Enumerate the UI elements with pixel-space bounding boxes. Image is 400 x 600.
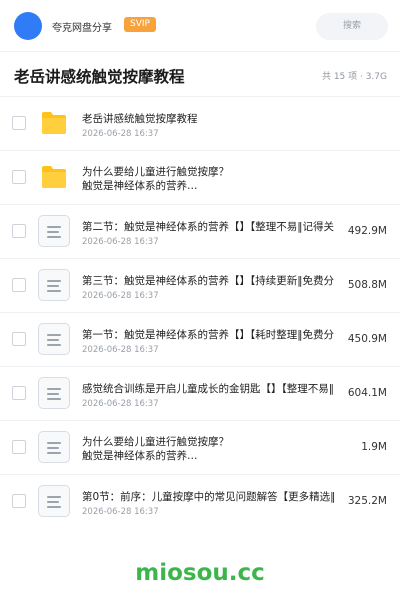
- file-size: 492.9M: [347, 225, 387, 237]
- file-row[interactable]: 第0节：前序：儿童按摩中的常见问题解答【更多精选‖ 2026-06-28 16:3…: [0, 474, 400, 528]
- document-icon: [38, 269, 70, 301]
- file-row[interactable]: 第三节：触觉是神经体系的营养【】【持续更新‖免费分 2026-06-28 16:3…: [0, 258, 400, 312]
- file-size: 508.8M: [347, 279, 387, 291]
- row-checkbox[interactable]: [12, 494, 26, 508]
- file-date: 2026-06-28 16:37: [82, 399, 159, 409]
- watermark: miosou.cc: [135, 560, 265, 586]
- file-row[interactable]: 第一节：触觉是神经体系的营养【】【耗时整理‖免费分 2026-06-28 16:3…: [0, 312, 400, 366]
- file-name: 第0节：前序：儿童按摩中的常见问题解答【更多精选‖: [82, 491, 336, 503]
- row-checkbox[interactable]: [12, 440, 26, 454]
- file-name: 第三节：触觉是神经体系的营养【】【持续更新‖免费分: [82, 275, 334, 287]
- file-list: 老岳讲感统触觉按摩教程 2026-06-28 16:37 为什么要给儿童进行触觉按摩…: [0, 96, 400, 528]
- folder-icon: [40, 110, 68, 135]
- file-size: 1.9M: [361, 441, 387, 453]
- file-name: 第二节：触觉是神经体系的营养【】【整理不易‖记得关: [82, 221, 334, 233]
- row-checkbox[interactable]: [12, 224, 26, 238]
- avatar[interactable]: [14, 12, 42, 40]
- document-icon: [38, 431, 70, 463]
- folder-icon: [40, 164, 68, 189]
- page-title: 老岳讲感统触觉按摩教程: [14, 68, 185, 86]
- file-date: 2026-06-28 16:37: [82, 345, 159, 355]
- file-date: 2026-06-28 16:37: [82, 507, 159, 517]
- username: 夸克网盘分享: [52, 23, 112, 34]
- file-size: 450.9M: [347, 333, 387, 345]
- file-name: 老岳讲感统触觉按摩教程: [82, 113, 198, 125]
- row-checkbox[interactable]: [12, 116, 26, 130]
- svip-badge: SVIP: [124, 17, 156, 32]
- file-name: 为什么要给儿童进行触觉按摩？ 触觉是神经体系的营养…: [82, 436, 229, 462]
- file-row[interactable]: 感觉统合训练是开启儿童成长的金钥匙【】【整理不易‖ 2026-06-28 16:3…: [0, 366, 400, 420]
- folder-row[interactable]: 老岳讲感统触觉按摩教程 2026-06-28 16:37: [0, 96, 400, 150]
- folder-row[interactable]: 为什么要给儿童进行触觉按摩？ 触觉是神经体系的营养…: [0, 150, 400, 204]
- document-icon: [38, 215, 70, 247]
- row-checkbox[interactable]: [12, 170, 26, 184]
- file-date: 2026-06-28 16:37: [82, 129, 159, 139]
- document-icon: [38, 323, 70, 355]
- file-row[interactable]: 为什么要给儿童进行触觉按摩？ 触觉是神经体系的营养… 1.9M: [0, 420, 400, 474]
- row-checkbox[interactable]: [12, 278, 26, 292]
- row-checkbox[interactable]: [12, 386, 26, 400]
- file-name: 第一节：触觉是神经体系的营养【】【耗时整理‖免费分: [82, 329, 334, 341]
- file-name: 为什么要给儿童进行触觉按摩？ 触觉是神经体系的营养…: [82, 166, 229, 192]
- file-date: 2026-06-28 16:37: [82, 291, 159, 301]
- top-bar: 夸克网盘分享 SVIP 搜索: [0, 0, 400, 52]
- file-size: 604.1M: [347, 387, 387, 399]
- file-size: 325.2M: [347, 495, 387, 507]
- file-name: 感觉统合训练是开启儿童成长的金钥匙【】【整理不易‖: [82, 383, 334, 395]
- file-row[interactable]: 第二节：触觉是神经体系的营养【】【整理不易‖记得关 2026-06-28 16:3…: [0, 204, 400, 258]
- search-input[interactable]: 搜索: [316, 13, 388, 40]
- file-date: 2026-06-28 16:37: [82, 237, 159, 247]
- document-icon: [38, 485, 70, 517]
- row-checkbox[interactable]: [12, 332, 26, 346]
- item-count-summary: 共 15 项 · 3.7G: [321, 72, 387, 82]
- document-icon: [38, 377, 70, 409]
